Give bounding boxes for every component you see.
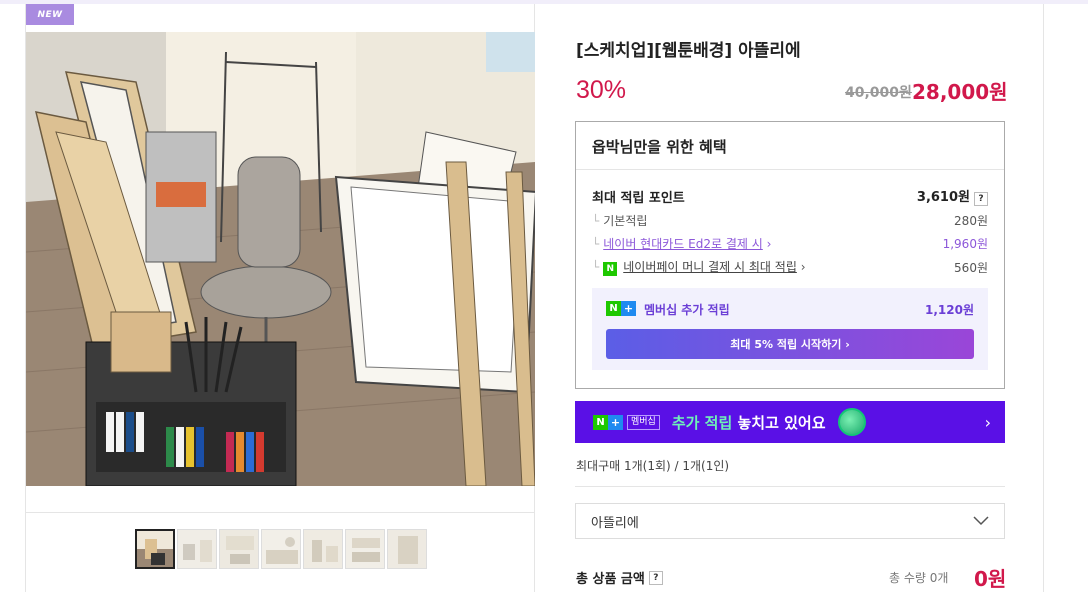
banner-text: 추가 적립 놓치고 있어요 [672, 412, 826, 433]
section-divider [575, 486, 1005, 487]
points-row-npay: └ N 네이버페이 머니 결제 시 최대 적립 › 560원 [592, 258, 988, 276]
points-row-value: 560원 [954, 260, 988, 275]
total-price: 0원 [974, 567, 1007, 591]
total-label: 총 상품 금액 [576, 572, 645, 587]
membership-value: 1,120원 [925, 303, 974, 317]
plus-mark: + [608, 414, 623, 430]
naverpay-icon: N [603, 262, 618, 276]
chevron-right-icon: › [766, 237, 772, 251]
points-row-label: 기본적립 [603, 214, 648, 228]
banner-highlight: 추가 적립 [671, 413, 733, 432]
membership-label: 멤버십 추가 적립 [644, 303, 730, 317]
total-quantity: 총 수량 0개 [889, 571, 949, 585]
max-points-value-wrap: 3,610원? [917, 186, 988, 206]
naver-plus-icon: N + [606, 301, 636, 316]
membership-badge-label: 멤버십 [627, 414, 660, 430]
naver-n-mark: N [593, 414, 608, 430]
thumbnail-strip [135, 529, 427, 569]
max-points-value: 3,610원 [916, 190, 970, 205]
sale-price: 28,000원 [912, 80, 1008, 104]
product-gallery: NEW [25, 4, 535, 592]
max-points-label: 최대 적립 포인트 [592, 190, 685, 206]
chevron-right-icon: › [800, 260, 806, 274]
atelier-illustration [26, 32, 535, 486]
membership-box: N + 멤버십 추가 적립 1,120원 최대 5% 적립 시작하기 › [592, 288, 988, 370]
points-row-value: 1,960원 [942, 237, 988, 251]
thumbnail-5[interactable] [303, 529, 343, 569]
product-title: [스케치업][웹툰배경] 아뜰리에 [576, 41, 801, 61]
membership-badge: N + 멤버십 [593, 414, 660, 430]
total-label-wrap: 총 상품 금액? [576, 568, 663, 587]
option-select-value: 아뜰리에 [591, 515, 639, 531]
thumbnail-6[interactable] [345, 529, 385, 569]
gallery-divider [26, 512, 535, 513]
product-main-image[interactable] [26, 32, 535, 486]
card-benefit-link[interactable]: 네이버 현대카드 Ed2로 결제 시 [603, 237, 763, 251]
banner-text-rest: 놓치고 있어요 [732, 413, 826, 432]
naver-n-mark: N [606, 301, 621, 316]
thumbnail-2[interactable] [177, 529, 217, 569]
points-row-card: └ 네이버 현대카드 Ed2로 결제 시 › 1,960원 [592, 235, 988, 252]
thumbnail-7[interactable] [387, 529, 427, 569]
discount-rate: 30% [576, 76, 627, 104]
start-membership-button[interactable]: 최대 5% 적립 시작하기 › [606, 329, 974, 359]
membership-banner[interactable]: N + 멤버십 추가 적립 놓치고 있어요 › [575, 401, 1005, 443]
npay-benefit-link[interactable]: 네이버페이 머니 결제 시 최대 적립 [623, 260, 797, 274]
chevron-down-icon [973, 516, 989, 526]
benefit-heading: 옵박님만을 위한 혜택 [576, 122, 1004, 170]
chevron-right-icon: › [984, 413, 991, 432]
tree-icon: └ [592, 260, 600, 274]
benefit-box: 옵박님만을 위한 혜택 최대 적립 포인트 3,610원? └ 기본적립 280원… [575, 121, 1005, 389]
max-purchase-info: 최대구매 1개(1회) / 1개(1인) [576, 459, 730, 473]
coin-icon [837, 408, 866, 436]
option-select[interactable]: 아뜰리에 [575, 503, 1005, 539]
thumbnail-3[interactable] [219, 529, 259, 569]
thumbnail-1[interactable] [135, 529, 175, 569]
tree-icon: └ [592, 214, 600, 228]
thumbnail-4[interactable] [261, 529, 301, 569]
help-icon[interactable]: ? [648, 570, 663, 585]
help-icon[interactable]: ? [974, 192, 988, 206]
panel-border [1043, 4, 1044, 592]
max-points-row: 최대 적립 포인트 3,610원? [592, 186, 988, 206]
points-row-basic: └ 기본적립 280원 [592, 212, 988, 229]
points-row-value: 280원 [954, 214, 988, 228]
tree-icon: └ [592, 237, 600, 251]
original-price: 40,000원 [845, 85, 912, 101]
new-badge: NEW [26, 4, 74, 25]
plus-mark: + [621, 301, 636, 316]
